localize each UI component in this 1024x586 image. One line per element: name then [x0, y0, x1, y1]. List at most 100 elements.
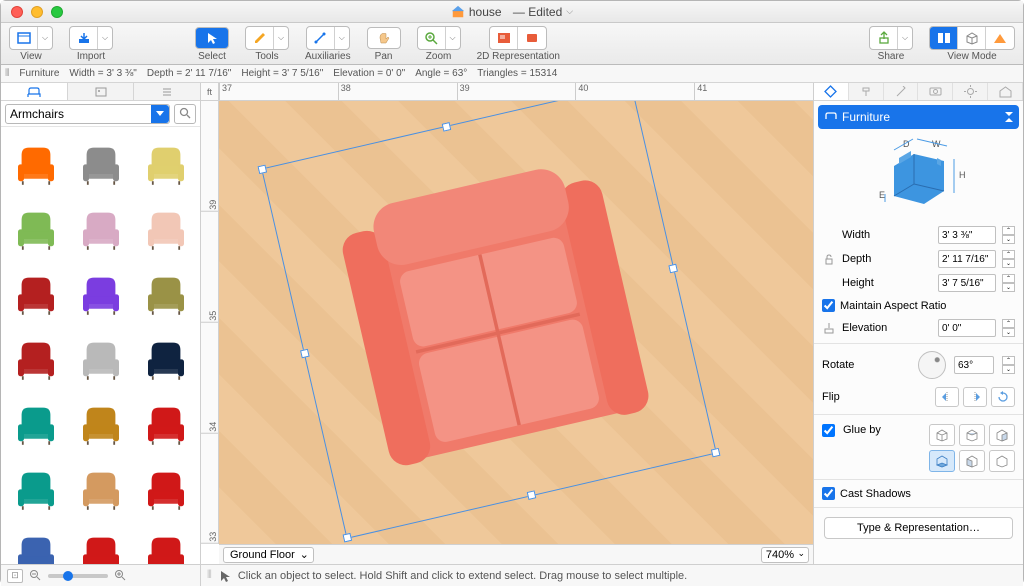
glue-opt-3[interactable]: [989, 424, 1015, 446]
insp-tab-3[interactable]: [884, 83, 919, 100]
resize-handle-tl[interactable]: [258, 165, 268, 175]
library-item-4[interactable]: [72, 198, 129, 255]
glue-opt-2[interactable]: [959, 424, 985, 446]
library-item-1[interactable]: [72, 133, 129, 190]
library-item-14[interactable]: [137, 393, 194, 450]
tools-button[interactable]: ⌵ Tools: [245, 26, 289, 62]
rotate-wheel[interactable]: [918, 351, 946, 379]
object-type-label: Furniture: [19, 68, 59, 79]
flip-row: Flip: [814, 383, 1023, 411]
library-tab-furniture[interactable]: [1, 83, 68, 100]
lock-icon[interactable]: [822, 252, 836, 266]
rotate-input[interactable]: 63°: [954, 356, 994, 374]
depth-stepper[interactable]: ⌃⌄: [1002, 250, 1015, 268]
library-item-20[interactable]: [137, 523, 194, 564]
grip-icon[interactable]: ⦀: [207, 569, 212, 582]
width-input[interactable]: 3' 3 ⅜": [938, 226, 996, 244]
search-button[interactable]: [174, 104, 196, 124]
import-button[interactable]: ⌵ Import: [69, 26, 113, 62]
library-item-11[interactable]: [137, 328, 194, 385]
library-item-12[interactable]: [7, 393, 64, 450]
chevron-down-icon: [151, 105, 169, 123]
insp-tab-4[interactable]: [918, 83, 953, 100]
split-view-icon: [992, 31, 1008, 45]
resize-handle-t[interactable]: [442, 122, 452, 132]
titlebar: house — Edited ⌵: [1, 1, 1023, 23]
insp-tab-6[interactable]: [988, 83, 1023, 100]
type-representation-button[interactable]: Type & Representation…: [824, 517, 1013, 539]
svg-text:H: H: [959, 170, 966, 180]
elevation-stepper[interactable]: ⌃⌄: [1002, 319, 1015, 337]
auxiliaries-button[interactable]: ⌵ Auxiliaries: [305, 26, 351, 62]
2d-object-icon: [524, 31, 540, 45]
library-grid: [1, 127, 200, 564]
search-icon: [179, 107, 192, 120]
share-button[interactable]: ⌵ Share: [869, 26, 913, 62]
insp-tab-2[interactable]: [849, 83, 884, 100]
glue-opt-6[interactable]: [989, 450, 1015, 472]
flip-h-button[interactable]: [935, 387, 959, 407]
width-stepper[interactable]: ⌃⌄: [1002, 226, 1015, 244]
flip-v-button[interactable]: [963, 387, 987, 407]
pan-button[interactable]: Pan: [367, 26, 401, 62]
library-panel: Armchairs: [1, 83, 201, 564]
fit-button[interactable]: ⊡: [7, 569, 23, 583]
zoom-button[interactable]: ⌵ Zoom: [417, 26, 461, 62]
library-tab-materials[interactable]: [68, 83, 135, 100]
maintain-aspect-checkbox[interactable]: [822, 299, 835, 312]
zoom-slider[interactable]: [48, 574, 108, 578]
zoom-level[interactable]: 740%: [761, 547, 809, 563]
height-stepper[interactable]: ⌃⌄: [1002, 274, 1015, 292]
library-item-3[interactable]: [7, 198, 64, 255]
floor-selector[interactable]: Ground Floor: [223, 547, 314, 563]
flip-reset-button[interactable]: [991, 387, 1015, 407]
inspector-type-select[interactable]: Furniture: [818, 105, 1019, 129]
grip-icon[interactable]: ⦀: [5, 68, 9, 79]
category-combo[interactable]: Armchairs: [5, 104, 170, 124]
library-tab-project[interactable]: [134, 83, 200, 100]
library-item-15[interactable]: [7, 458, 64, 515]
document-icon: [451, 5, 465, 19]
select-button[interactable]: Select: [195, 26, 229, 62]
library-item-8[interactable]: [137, 263, 194, 320]
zoom-out-icon[interactable]: [29, 569, 42, 582]
library-item-7[interactable]: [72, 263, 129, 320]
library-item-9[interactable]: [7, 328, 64, 385]
insp-tab-object[interactable]: [814, 83, 849, 100]
canvas[interactable]: [219, 101, 813, 544]
2d-representation-button[interactable]: 2D Representation: [477, 26, 560, 62]
ruler-horizontal: 3738394041: [219, 83, 813, 101]
library-item-10[interactable]: [72, 328, 129, 385]
view-mode-button[interactable]: View Mode: [929, 26, 1015, 62]
ruler-vertical: 39353433: [201, 101, 219, 544]
library-item-18[interactable]: [7, 523, 64, 564]
elevation-input[interactable]: 0' 0": [938, 319, 996, 337]
glue-options: [929, 424, 1015, 472]
shadows-row: Cast Shadows: [814, 483, 1023, 504]
2d-view-icon: [936, 31, 952, 45]
pencil-icon: [253, 31, 267, 45]
glue-checkbox[interactable]: [822, 424, 835, 437]
view-button[interactable]: ⌵ View: [9, 26, 53, 62]
library-item-2[interactable]: [137, 133, 194, 190]
share-icon: [877, 31, 891, 45]
height-input[interactable]: 3' 7 5/16": [938, 274, 996, 292]
cast-shadows-checkbox[interactable]: [822, 487, 835, 500]
title-chevron-icon[interactable]: ⌵: [566, 6, 573, 17]
library-item-16[interactable]: [72, 458, 129, 515]
insp-tab-5[interactable]: [953, 83, 988, 100]
zoom-in-icon[interactable]: [114, 569, 127, 582]
library-item-19[interactable]: [72, 523, 129, 564]
glue-opt-1[interactable]: [929, 424, 955, 446]
rotate-stepper[interactable]: ⌃⌄: [1002, 356, 1015, 374]
glue-opt-5[interactable]: [959, 450, 985, 472]
library-item-6[interactable]: [7, 263, 64, 320]
resize-handle-l[interactable]: [300, 349, 310, 359]
library-item-5[interactable]: [137, 198, 194, 255]
glue-opt-4[interactable]: [929, 450, 955, 472]
furniture-icon: [824, 111, 838, 123]
library-item-0[interactable]: [7, 133, 64, 190]
library-item-17[interactable]: [137, 458, 194, 515]
depth-input[interactable]: 2' 11 7/16": [938, 250, 996, 268]
library-item-13[interactable]: [72, 393, 129, 450]
